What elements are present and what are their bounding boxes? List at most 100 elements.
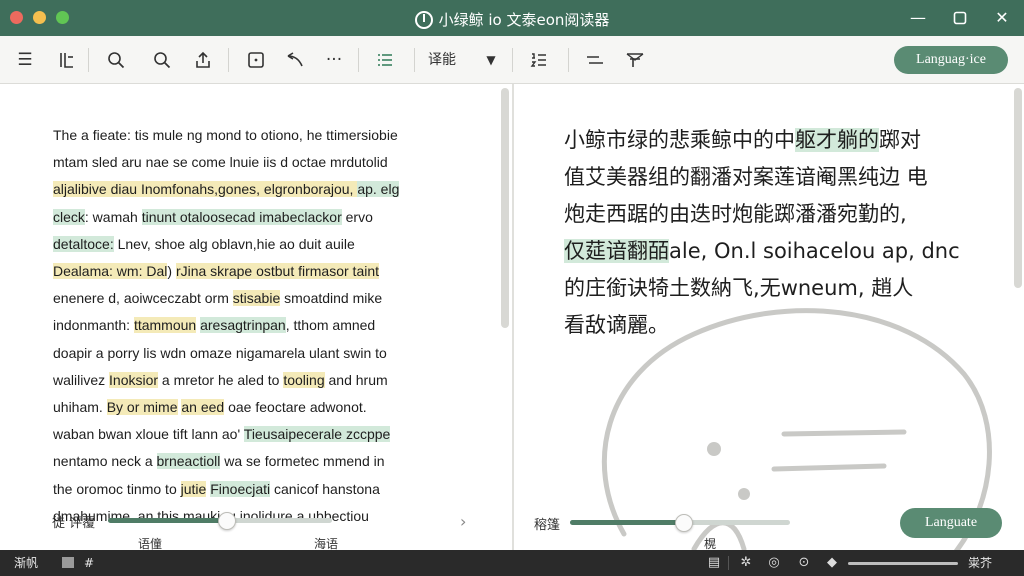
translation-scrollbar[interactable] <box>1014 88 1022 288</box>
source-highlight[interactable]: stisabie <box>232 290 281 307</box>
source-segment: ) <box>167 263 176 280</box>
source-highlight[interactable]: detaltoce: <box>53 235 114 252</box>
translation-line: 小鲸市绿的悲乘鲸中的中躯才躺的踯对 <box>564 122 964 159</box>
chevron-down-icon[interactable]: ▼ <box>480 48 502 72</box>
source-highlight[interactable]: jutie <box>180 480 207 497</box>
toolbar-divider <box>414 48 415 72</box>
share-icon[interactable] <box>192 48 214 72</box>
translation-pane: 小鲸市绿的悲乘鲸中的中躯才躺的踯对 值艾美器组的翻潘对案莲谙阉黑纯边 电炮走西踞的… <box>514 84 1024 550</box>
sidebar-icon[interactable] <box>56 48 78 72</box>
source-highlight[interactable]: Dealama: wm: Dal <box>53 263 168 280</box>
source-highlight[interactable]: Inomfonahs,gones, elgronborajou, <box>137 181 358 198</box>
frame-icon[interactable] <box>245 48 267 72</box>
translation-segment: 踯对 <box>879 128 921 152</box>
source-line: walilivez Inoksior a mretor he aled to t… <box>53 367 453 394</box>
source-segment: indonmanth: <box>53 317 134 334</box>
maximize-icon[interactable] <box>950 8 970 28</box>
ordered-list-icon[interactable] <box>528 48 550 72</box>
source-line: enenere d, aoiwceczabt orm stisabie smoa… <box>53 285 453 312</box>
more-icon[interactable]: ··· <box>323 48 345 72</box>
source-highlight[interactable]: aresagtrinpan <box>200 317 286 334</box>
chevron-right-icon[interactable]: › <box>460 512 466 531</box>
translation-segment: 值艾美器组的翻潘对案莲谙阉黑纯边 电 <box>564 165 928 189</box>
source-segment: nentamo neck a <box>53 453 157 470</box>
zoom-icon[interactable] <box>151 48 173 72</box>
source-line: doapir a porry lis wdn omaze nigamarela … <box>53 340 453 367</box>
document-icon[interactable]: ▤ <box>706 555 722 571</box>
translation-caption: 榥 <box>704 537 717 550</box>
equals-icon[interactable] <box>584 48 606 72</box>
source-line: nentamo neck a brneactioll wa se formete… <box>53 448 453 475</box>
search-icon[interactable] <box>105 48 127 72</box>
status-hash-label: # <box>84 556 95 570</box>
source-line: the oromoc tinmo to jutie Finoecjati can… <box>53 476 453 503</box>
source-highlight[interactable]: Tieusaipecerale zccppe <box>243 426 391 443</box>
source-highlight[interactable]: tinunt otaloosecad imabeclackor <box>141 208 342 225</box>
source-line: Dealama: wm: Dal) rJina skrape ostbut fi… <box>53 258 453 285</box>
window-title: 小绿鲸 io 文泰eon阅读器 <box>0 9 1024 30</box>
status-bar: 渐帆 # ▤ ✲ ◎ ⊙ ◆ 粜芥 <box>0 550 1024 576</box>
status-right-label: 粜芥 <box>968 556 993 570</box>
source-segment: uhiham. <box>53 399 107 416</box>
source-pane: The a fieate: tis mule ng mond to otiono… <box>0 84 512 551</box>
language-button-secondary[interactable]: Languate <box>900 508 1002 538</box>
translation-line: 仅莚谙翻皕ale, On.l soihacelou ap, dnc <box>564 233 964 270</box>
source-line: uhiham. By or mime an eed oae feoctare a… <box>53 394 453 421</box>
undo-icon[interactable] <box>284 48 306 72</box>
source-segment: walilivez <box>53 371 110 388</box>
close-icon[interactable]: ✕ <box>992 8 1012 28</box>
source-segment: The a fieate: tis mule ng mond to otiono… <box>53 127 398 143</box>
source-segment: smoatdind mike <box>280 290 383 307</box>
translation-segment: ale, On.l soihacelou ap, dnc <box>669 239 960 263</box>
source-highlight[interactable]: Finoecjati <box>210 480 271 497</box>
source-line: aljalibive diau Inomfonahs,gones, elgron… <box>53 176 453 203</box>
translation-highlight[interactable]: 躯才躺的 <box>795 128 879 152</box>
source-highlight[interactable]: ttammoun <box>133 317 197 334</box>
outline-icon[interactable] <box>374 48 396 72</box>
source-segment: canicof hanstona <box>270 480 380 497</box>
source-highlight[interactable]: tooling <box>283 371 325 388</box>
translation-line: 值艾美器组的翻潘对案莲谙阉黑纯边 电 <box>564 159 964 196</box>
source-highlight[interactable]: aljalibive diau <box>53 181 138 198</box>
source-slider-knob[interactable] <box>217 512 236 530</box>
minimize-icon[interactable]: — <box>908 8 928 28</box>
source-line: cleck: wamah tinunt otaloosecad imabecla… <box>53 204 453 231</box>
list-icon[interactable]: ☰ <box>14 48 36 72</box>
zoom-slider[interactable] <box>848 562 958 565</box>
source-segment: wa se formetec mmend in <box>220 453 385 470</box>
diamond-icon[interactable]: ◆ <box>824 555 840 571</box>
source-highlight[interactable]: an eed <box>181 399 225 416</box>
source-line: detaltoce: Lnev, shoe alg oblavn,hie ao … <box>53 231 453 258</box>
sync-icon[interactable]: ◎ <box>766 555 782 571</box>
toolbar-divider <box>88 48 89 72</box>
source-highlight[interactable]: brneactioll <box>156 453 221 470</box>
source-highlight[interactable]: rJina skrape ostbut firmasor taint <box>175 263 380 280</box>
source-highlight[interactable]: Inoksior <box>109 371 159 388</box>
source-highlight[interactable]: ap. elg <box>357 181 400 198</box>
language-button[interactable]: Languag·ice <box>894 46 1008 74</box>
source-highlight[interactable]: By or mime <box>106 399 178 416</box>
check-circle-icon[interactable]: ⊙ <box>796 555 812 571</box>
settings-icon[interactable]: ✲ <box>738 555 754 571</box>
source-line: dmahumime, an this maukiou inolidure a u… <box>53 503 453 530</box>
translate-mode-label[interactable]: 译能 <box>428 48 456 72</box>
source-highlight[interactable]: cleck <box>53 208 85 225</box>
source-segment: mtam sled aru nae se come lnuie iis d oc… <box>53 154 388 171</box>
source-segment: waban bwan xloue tift lann ao' <box>53 426 244 443</box>
toolbar-divider <box>228 48 229 72</box>
source-segment: and hrum <box>324 371 388 388</box>
source-segment: the oromoc tinmo to <box>53 480 181 497</box>
translation-segment: 小鲸市绿的悲乘鲸中的中 <box>564 128 795 152</box>
translation-slider-label: 穃篷 <box>534 518 561 533</box>
page-indicator-icon[interactable] <box>62 557 74 568</box>
translation-highlight[interactable]: 仅莚谙翻皕 <box>564 239 669 263</box>
source-line: waban bwan xloue tift lann ao' Tieusaipe… <box>53 421 453 448</box>
filter-icon[interactable] <box>624 48 646 72</box>
source-segment: oae feoctare adwonot. <box>224 399 367 416</box>
source-scrollbar[interactable] <box>501 88 509 328</box>
toolbar: ☰ ··· 译能 ▼ Languag·ice <box>0 36 1024 84</box>
source-segment: ervo <box>341 208 373 225</box>
source-slider-label: 徒 评覆 <box>52 516 96 531</box>
source-text: The a fieate: tis mule ng mond to otiono… <box>53 122 453 530</box>
source-segment: : wamah <box>84 208 142 225</box>
